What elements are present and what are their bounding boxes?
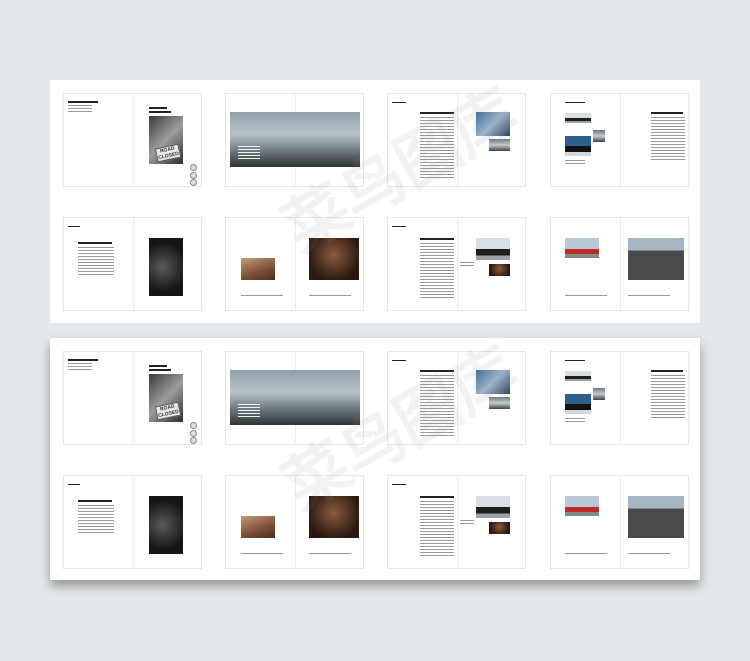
text-block (68, 363, 92, 370)
text-block (78, 247, 114, 277)
red-car-photo (565, 496, 599, 516)
dot-icon (190, 172, 197, 179)
caption-block (309, 553, 351, 555)
page-fold (132, 476, 134, 568)
text-block (420, 243, 454, 299)
car-photo-small (593, 388, 605, 400)
heading-bar (68, 484, 80, 485)
heading-bar (78, 242, 112, 244)
car-photo (476, 496, 510, 518)
overlay-text (238, 404, 260, 418)
team-photo (628, 238, 684, 280)
red-car-photo (565, 238, 599, 258)
page-fold (619, 352, 621, 444)
heading-bar (68, 101, 98, 103)
spread-models (387, 217, 526, 311)
dot-icon (190, 430, 197, 437)
spread-cover: ROAD CLOSED (63, 93, 202, 187)
caption-block (565, 295, 607, 297)
caption-block (628, 295, 670, 297)
car-photo-small (489, 522, 510, 534)
page-fold (619, 476, 621, 568)
spread-team (550, 475, 689, 569)
heading-bar (392, 484, 406, 485)
heading-bar (68, 226, 80, 227)
dot-icon (190, 164, 197, 171)
dashboard-photo (149, 496, 183, 554)
heading-bar (68, 359, 98, 361)
spread-cover: ROAD CLOSED (63, 351, 202, 445)
heading-bar (149, 111, 171, 113)
spread-cars (550, 93, 689, 187)
caption-block (565, 418, 585, 422)
heading-bar (78, 500, 112, 502)
caption-block (628, 553, 670, 555)
heading-bar (651, 370, 683, 372)
page-fold (132, 218, 134, 310)
leather-seat-photo (241, 516, 275, 538)
leather-seat-photo (241, 258, 275, 280)
car-photo-small (593, 130, 605, 142)
page-fold (456, 218, 458, 310)
caption-block (241, 553, 283, 555)
spread-cars (550, 351, 689, 445)
car-photo (565, 371, 591, 381)
caption-block (309, 295, 351, 297)
dot-icon (190, 422, 197, 429)
spread-team (550, 217, 689, 311)
heading-bar (420, 238, 454, 240)
heading-bar (420, 496, 454, 498)
dot-icon (190, 437, 197, 444)
car-photo (565, 113, 591, 123)
caption-block (460, 262, 474, 266)
heading-bar (392, 102, 406, 103)
car-photo (476, 238, 510, 260)
text-block (78, 505, 114, 535)
spread-interior (63, 475, 202, 569)
overlay-text (238, 146, 260, 160)
spread-interior (63, 217, 202, 311)
caption-block (241, 295, 283, 297)
heading-bar (149, 107, 167, 109)
heading-bar (149, 365, 167, 367)
page-fold (619, 94, 621, 186)
page-fold (132, 352, 134, 444)
car-photo (565, 394, 591, 414)
text-block (651, 117, 685, 161)
heading-bar (149, 369, 171, 371)
text-block (420, 501, 454, 557)
text-block (68, 105, 92, 112)
caption-block (565, 553, 607, 555)
dashboard-photo (149, 238, 183, 296)
team-photo (628, 496, 684, 538)
caption-block (460, 520, 474, 524)
heading-bar (392, 226, 406, 227)
text-block (651, 375, 685, 419)
spread-models (387, 475, 526, 569)
page-fold (456, 476, 458, 568)
page-fold (132, 94, 134, 186)
dot-icon (190, 179, 197, 186)
heading-bar (392, 360, 406, 361)
heading-bar (565, 360, 585, 361)
heading-bar (565, 102, 585, 103)
car-photo-small (489, 264, 510, 276)
caption-block (565, 160, 585, 164)
heading-bar (651, 112, 683, 114)
page-fold (619, 218, 621, 310)
car-photo (565, 136, 591, 156)
